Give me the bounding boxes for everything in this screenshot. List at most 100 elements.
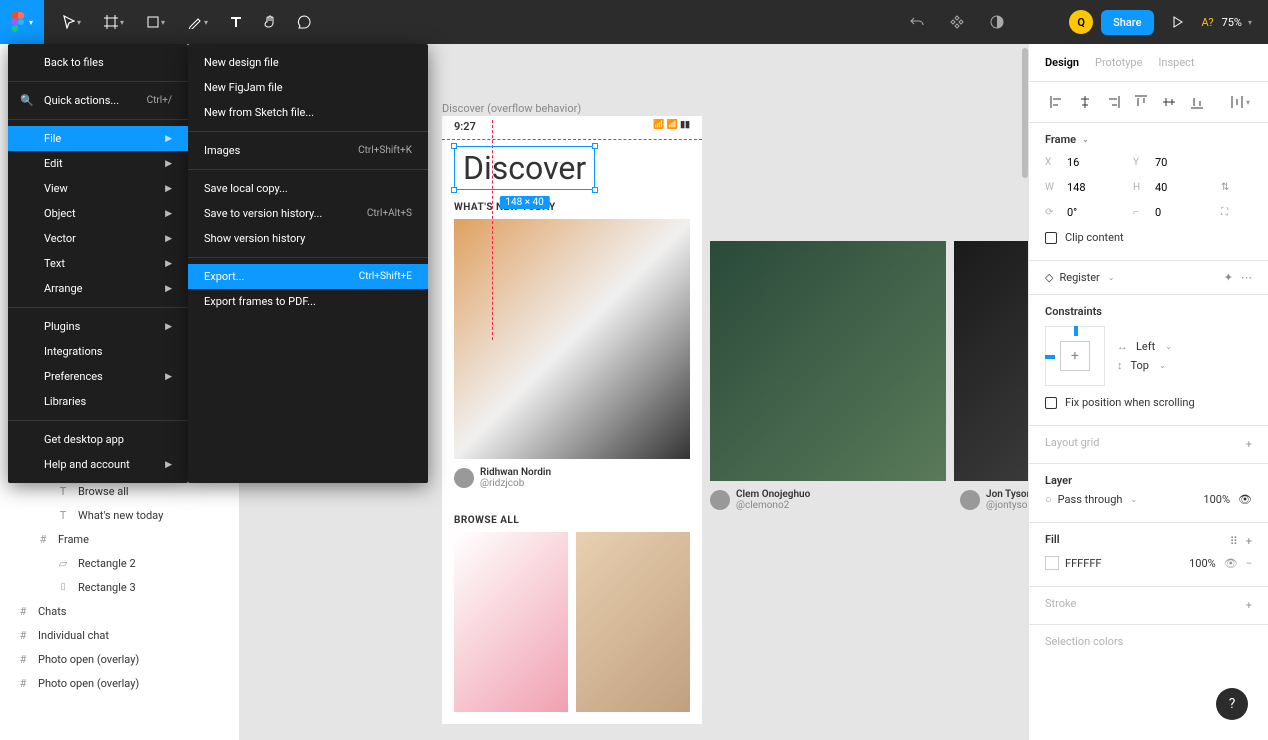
input-y[interactable]	[1155, 156, 1205, 169]
constraint-h[interactable]: Left	[1136, 340, 1155, 353]
menu-quick-actions[interactable]: 🔍Quick actions...Ctrl+/	[8, 88, 188, 113]
image-card-1[interactable]	[454, 219, 690, 459]
author-1: Ridhwan Nordin@ridzjcob	[454, 467, 690, 489]
tab-inspect[interactable]: Inspect	[1158, 56, 1194, 69]
constraints-title: Constraints	[1045, 305, 1252, 318]
menu-view[interactable]: View▶	[8, 176, 188, 201]
input-h[interactable]	[1155, 181, 1205, 194]
layer-whats-new[interactable]: TWhat's new today	[0, 503, 239, 527]
menu-new-sketch[interactable]: New from Sketch file...	[188, 100, 428, 125]
fill-style-icon[interactable]: ⠿	[1230, 535, 1238, 548]
menu-file[interactable]: File▶	[8, 126, 188, 151]
layer-frame[interactable]: #Frame	[0, 527, 239, 551]
register-label[interactable]: Register	[1059, 271, 1099, 284]
align-right-icon[interactable]	[1101, 90, 1125, 114]
layer-opacity[interactable]: 100%	[1203, 493, 1230, 506]
browse-image-2[interactable]	[576, 532, 690, 712]
comment-tool[interactable]	[288, 6, 320, 38]
menu-object[interactable]: Object▶	[8, 201, 188, 226]
align-top-icon[interactable]	[1129, 90, 1153, 114]
layer-rect2[interactable]: ▱Rectangle 2	[0, 551, 239, 575]
present-icon[interactable]	[1162, 6, 1194, 38]
share-button[interactable]: Share	[1101, 10, 1153, 35]
text-tool[interactable]	[220, 6, 252, 38]
input-w[interactable]	[1067, 181, 1117, 194]
input-rotation[interactable]	[1067, 206, 1117, 219]
phone-frame[interactable]: 9:27 📶 📶 ▮▮ Discover 148 × 40 WHAT'S NEW…	[442, 116, 702, 724]
move-tool[interactable]: ▾	[52, 6, 92, 38]
image-card-3[interactable]	[954, 241, 1028, 481]
canvas-scrollbar[interactable]	[1022, 48, 1028, 178]
register-diamond-icon: ◇	[1045, 271, 1053, 284]
discover-text-selected[interactable]: Discover 148 × 40	[454, 146, 595, 190]
menu-export-pdf[interactable]: Export frames to PDF...	[188, 289, 428, 314]
menu-save-version[interactable]: Save to version history...Ctrl+Alt+S	[188, 201, 428, 226]
image-card-2[interactable]	[710, 241, 946, 481]
menu-show-history[interactable]: Show version history	[188, 226, 428, 251]
align-center-h-icon[interactable]	[1073, 90, 1097, 114]
align-left-icon[interactable]	[1045, 90, 1069, 114]
tab-prototype[interactable]: Prototype	[1095, 56, 1142, 69]
layer-chats[interactable]: #Chats	[0, 599, 239, 623]
help-button[interactable]: ?	[1216, 688, 1248, 720]
constraint-v[interactable]: Top	[1131, 359, 1149, 372]
fill-visibility-icon[interactable]: 👁	[1224, 557, 1238, 570]
menu-text[interactable]: Text▶	[8, 251, 188, 276]
distribute-icon[interactable]: ▾	[1228, 90, 1252, 114]
menu-vector[interactable]: Vector▶	[8, 226, 188, 251]
fill-hex[interactable]: FFFFFF	[1065, 557, 1101, 570]
zoom-control[interactable]: 75%▾	[1222, 16, 1252, 29]
constraint-widget[interactable]: +	[1045, 326, 1105, 386]
input-x[interactable]	[1067, 156, 1117, 169]
menu-new-design[interactable]: New design file	[188, 50, 428, 75]
tab-design[interactable]: Design	[1045, 56, 1079, 69]
add-layout-grid-icon[interactable]: +	[1246, 438, 1252, 451]
fix-position-checkbox[interactable]	[1045, 397, 1057, 409]
browse-image-1[interactable]	[454, 532, 568, 712]
menu-integrations[interactable]: Integrations	[8, 339, 188, 364]
component-icon[interactable]	[941, 6, 973, 38]
user-avatar[interactable]: Q	[1069, 10, 1093, 34]
layer-individual-chat[interactable]: #Individual chat	[0, 623, 239, 647]
remove-fill-icon[interactable]: −	[1246, 557, 1252, 570]
add-stroke-icon[interactable]: +	[1246, 599, 1252, 612]
size-badge: 148 × 40	[499, 196, 549, 209]
fill-opacity[interactable]: 100%	[1189, 557, 1216, 570]
add-fill-icon[interactable]: +	[1246, 535, 1252, 548]
visibility-icon[interactable]: 👁	[1238, 493, 1252, 506]
layer-photo-open-1[interactable]: #Photo open (overlay)	[0, 647, 239, 671]
menu-back-to-files[interactable]: Back to files	[8, 50, 188, 75]
blend-mode[interactable]: Pass through	[1058, 493, 1123, 506]
figma-logo-button[interactable]: ▾	[0, 0, 44, 44]
hand-tool[interactable]	[254, 6, 286, 38]
menu-new-figjam[interactable]: New FigJam file	[188, 75, 428, 100]
clip-content-checkbox[interactable]	[1045, 232, 1057, 244]
mask-icon[interactable]	[981, 6, 1013, 38]
align-center-v-icon[interactable]	[1157, 90, 1181, 114]
pen-tool[interactable]: ▾	[178, 6, 218, 38]
link-dimensions-icon[interactable]: ⇅	[1221, 182, 1229, 193]
menu-get-desktop[interactable]: Get desktop app	[8, 427, 188, 452]
undo-icon[interactable]	[901, 6, 933, 38]
menu-plugins[interactable]: Plugins▶	[8, 314, 188, 339]
menu-edit[interactable]: Edit▶	[8, 151, 188, 176]
register-action-icon[interactable]: ✦	[1224, 271, 1233, 284]
menu-images[interactable]: ImagesCtrl+Shift+K	[188, 138, 428, 163]
align-bottom-icon[interactable]	[1185, 90, 1209, 114]
whats-new-title: WHAT'S NEW TODAY	[442, 196, 702, 219]
menu-libraries[interactable]: Libraries	[8, 389, 188, 414]
menu-save-local[interactable]: Save local copy...	[188, 176, 428, 201]
register-more-icon[interactable]: ⋯	[1241, 271, 1252, 284]
expand-radius-icon[interactable]: ⛶	[1221, 207, 1228, 218]
shape-tool[interactable]: ▾	[136, 6, 176, 38]
menu-preferences[interactable]: Preferences▶	[8, 364, 188, 389]
input-radius[interactable]	[1155, 206, 1205, 219]
menu-arrange[interactable]: Arrange▶	[8, 276, 188, 301]
menu-help[interactable]: Help and account▶	[8, 452, 188, 477]
layer-photo-open-2[interactable]: #Photo open (overlay)	[0, 671, 239, 695]
fill-swatch[interactable]	[1045, 556, 1059, 570]
frame-section-title[interactable]: Frame⌄	[1045, 133, 1252, 146]
layer-rect3[interactable]: ▯Rectangle 3	[0, 575, 239, 599]
frame-tool[interactable]: ▾	[94, 6, 134, 38]
menu-export[interactable]: Export...Ctrl+Shift+E	[188, 264, 428, 289]
